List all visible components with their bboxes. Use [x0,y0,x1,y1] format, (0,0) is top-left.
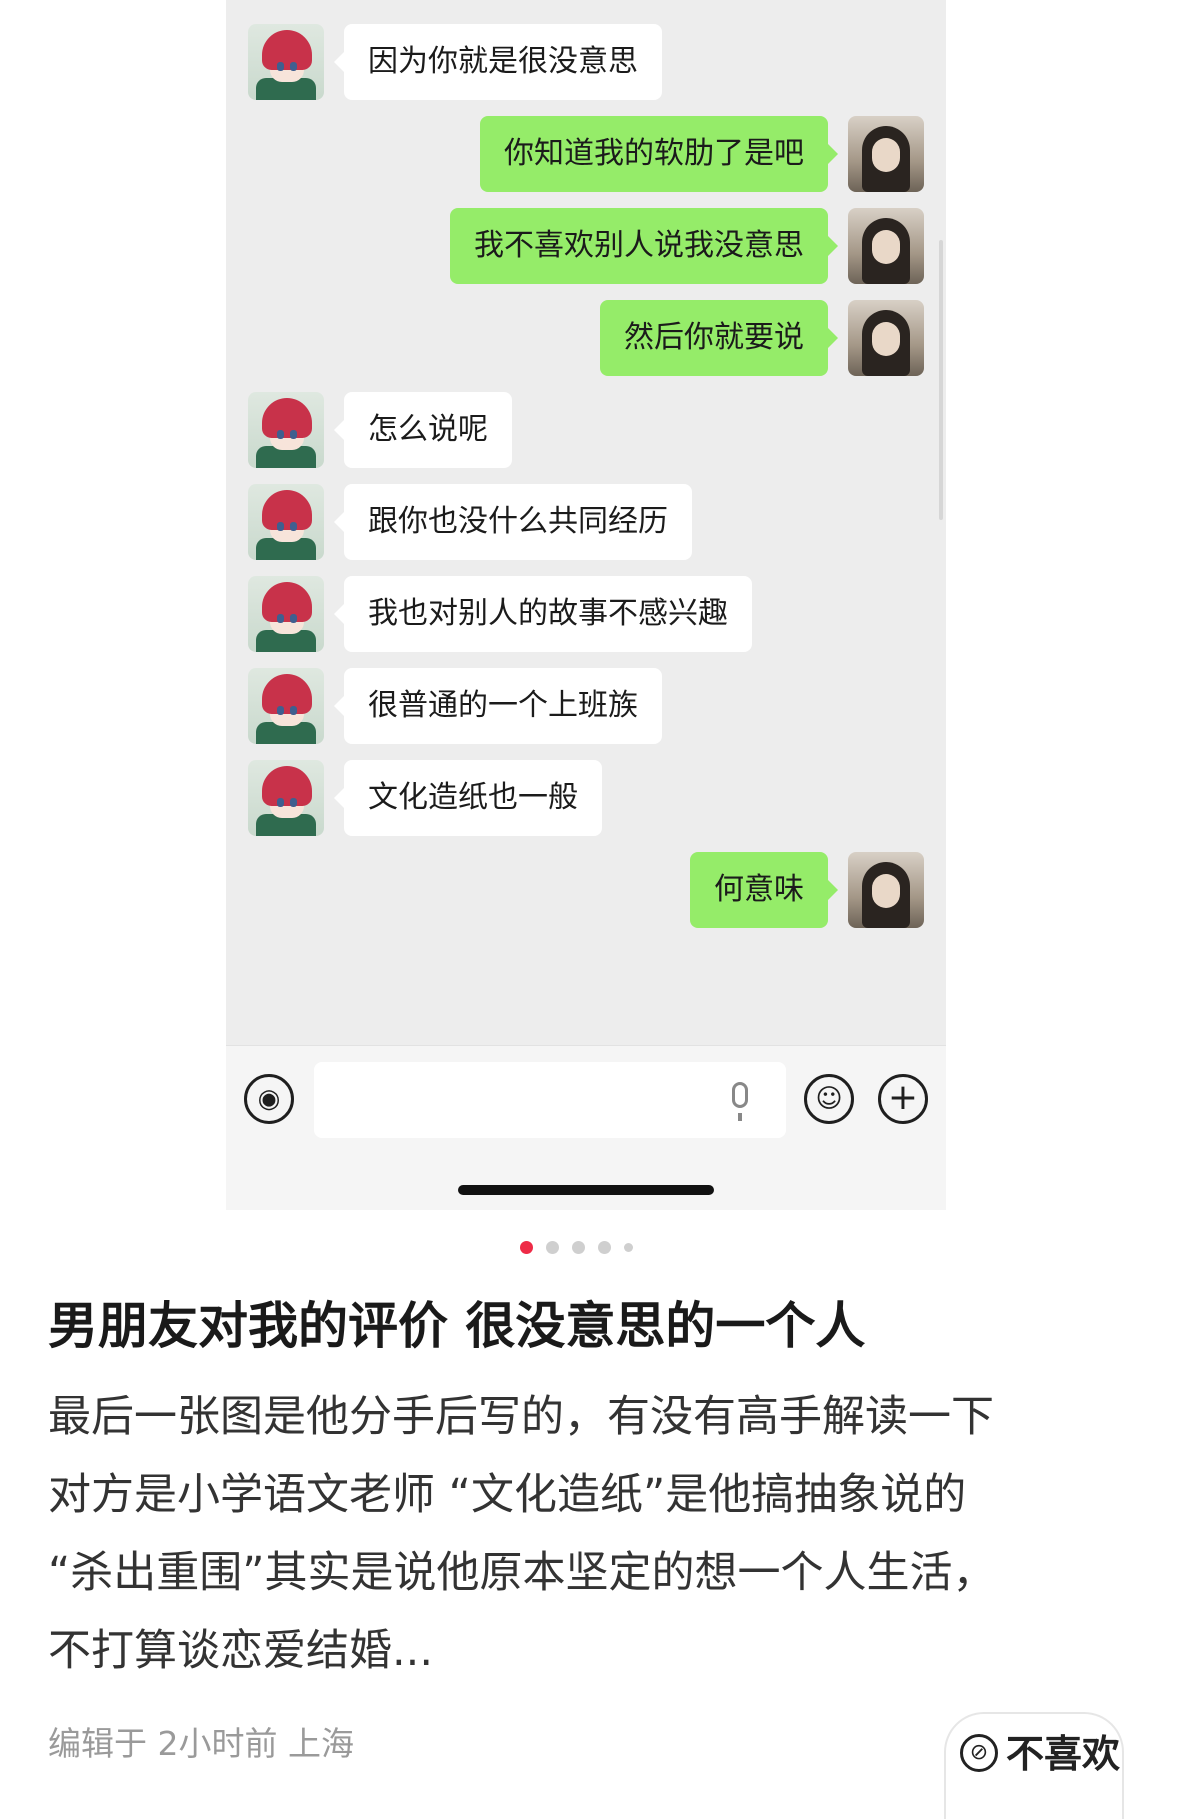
chat-screenshot: 因为你就是很没意思你知道我的软肋了是吧我不喜欢别人说我没意思然后你就要说怎么说呢… [226,0,946,1210]
post-body-line: 不打算谈恋爱结婚... [48,1626,434,1676]
outgoing-message[interactable]: 我不喜欢别人说我没意思 [226,206,946,284]
message-bubble[interactable]: 怎么说呢 [334,392,512,468]
post-meta: 编辑于 2小时前 上海 [48,1724,354,1763]
home-indicator [458,1185,714,1195]
contact-avatar[interactable] [248,760,324,836]
message-bubble[interactable]: 很普通的一个上班族 [334,668,662,744]
message-bubble[interactable]: 因为你就是很没意思 [334,24,662,100]
incoming-message[interactable]: 因为你就是很没意思 [226,22,946,100]
contact-avatar[interactable] [248,24,324,100]
post-body: 最后一张图是他分手后写的，有没有高手解读一下 对方是小学语文老师 “文化造纸”是… [48,1378,1148,1690]
self-avatar[interactable] [848,300,924,376]
post-title: 男朋友对我的评价 很没意思的一个人 [48,1297,866,1355]
outgoing-message[interactable]: 何意味 [226,850,946,928]
plus-icon[interactable]: + [878,1074,928,1124]
message-bubble[interactable]: 然后你就要说 [600,300,838,376]
contact-avatar[interactable] [248,392,324,468]
message-bubble[interactable]: 文化造纸也一般 [334,760,602,836]
message-bubble[interactable]: 你知道我的软肋了是吧 [480,116,838,192]
self-avatar[interactable] [848,852,924,928]
chat-area: 因为你就是很没意思你知道我的软肋了是吧我不喜欢别人说我没意思然后你就要说怎么说呢… [226,0,946,1045]
pager-dot[interactable] [598,1241,611,1254]
post-body-line: “杀出重围”其实是说他原本坚定的想一个人生活， [48,1548,996,1598]
chat-input-bar: ◉ ☺ + [226,1045,946,1210]
dislike-label: 不喜欢 [1006,1732,1121,1776]
dislike-icon: ⊘ [960,1734,998,1772]
pager-dot[interactable] [624,1243,633,1252]
incoming-message[interactable]: 文化造纸也一般 [226,758,946,836]
pager-dot[interactable] [546,1241,559,1254]
smiley-icon[interactable]: ☺ [804,1074,854,1124]
chat-scrollbar[interactable] [939,240,943,520]
dislike-button[interactable]: ⊘ 不喜欢 [944,1712,1124,1819]
self-avatar[interactable] [848,116,924,192]
outgoing-message[interactable]: 你知道我的软肋了是吧 [226,114,946,192]
message-bubble[interactable]: 何意味 [690,852,838,928]
contact-avatar[interactable] [248,668,324,744]
pager-dot[interactable] [520,1241,533,1254]
message-bubble[interactable]: 我也对别人的故事不感兴趣 [334,576,752,652]
post-body-line: 最后一张图是他分手后写的，有没有高手解读一下 [48,1392,994,1442]
contact-avatar[interactable] [248,576,324,652]
outgoing-message[interactable]: 然后你就要说 [226,298,946,376]
incoming-message[interactable]: 很普通的一个上班族 [226,666,946,744]
microphone-icon[interactable] [732,1082,748,1121]
voice-wave-icon[interactable]: ◉ [244,1074,294,1124]
message-bubble[interactable]: 跟你也没什么共同经历 [334,484,692,560]
incoming-message[interactable]: 跟你也没什么共同经历 [226,482,946,560]
post-body-line: 对方是小学语文老师 “文化造纸”是他搞抽象说的 [48,1470,967,1520]
message-bubble[interactable]: 我不喜欢别人说我没意思 [450,208,838,284]
incoming-message[interactable]: 我也对别人的故事不感兴趣 [226,574,946,652]
incoming-message[interactable]: 怎么说呢 [226,390,946,468]
message-input[interactable] [314,1062,786,1138]
contact-avatar[interactable] [248,484,324,560]
self-avatar[interactable] [848,208,924,284]
pager-dot[interactable] [572,1241,585,1254]
